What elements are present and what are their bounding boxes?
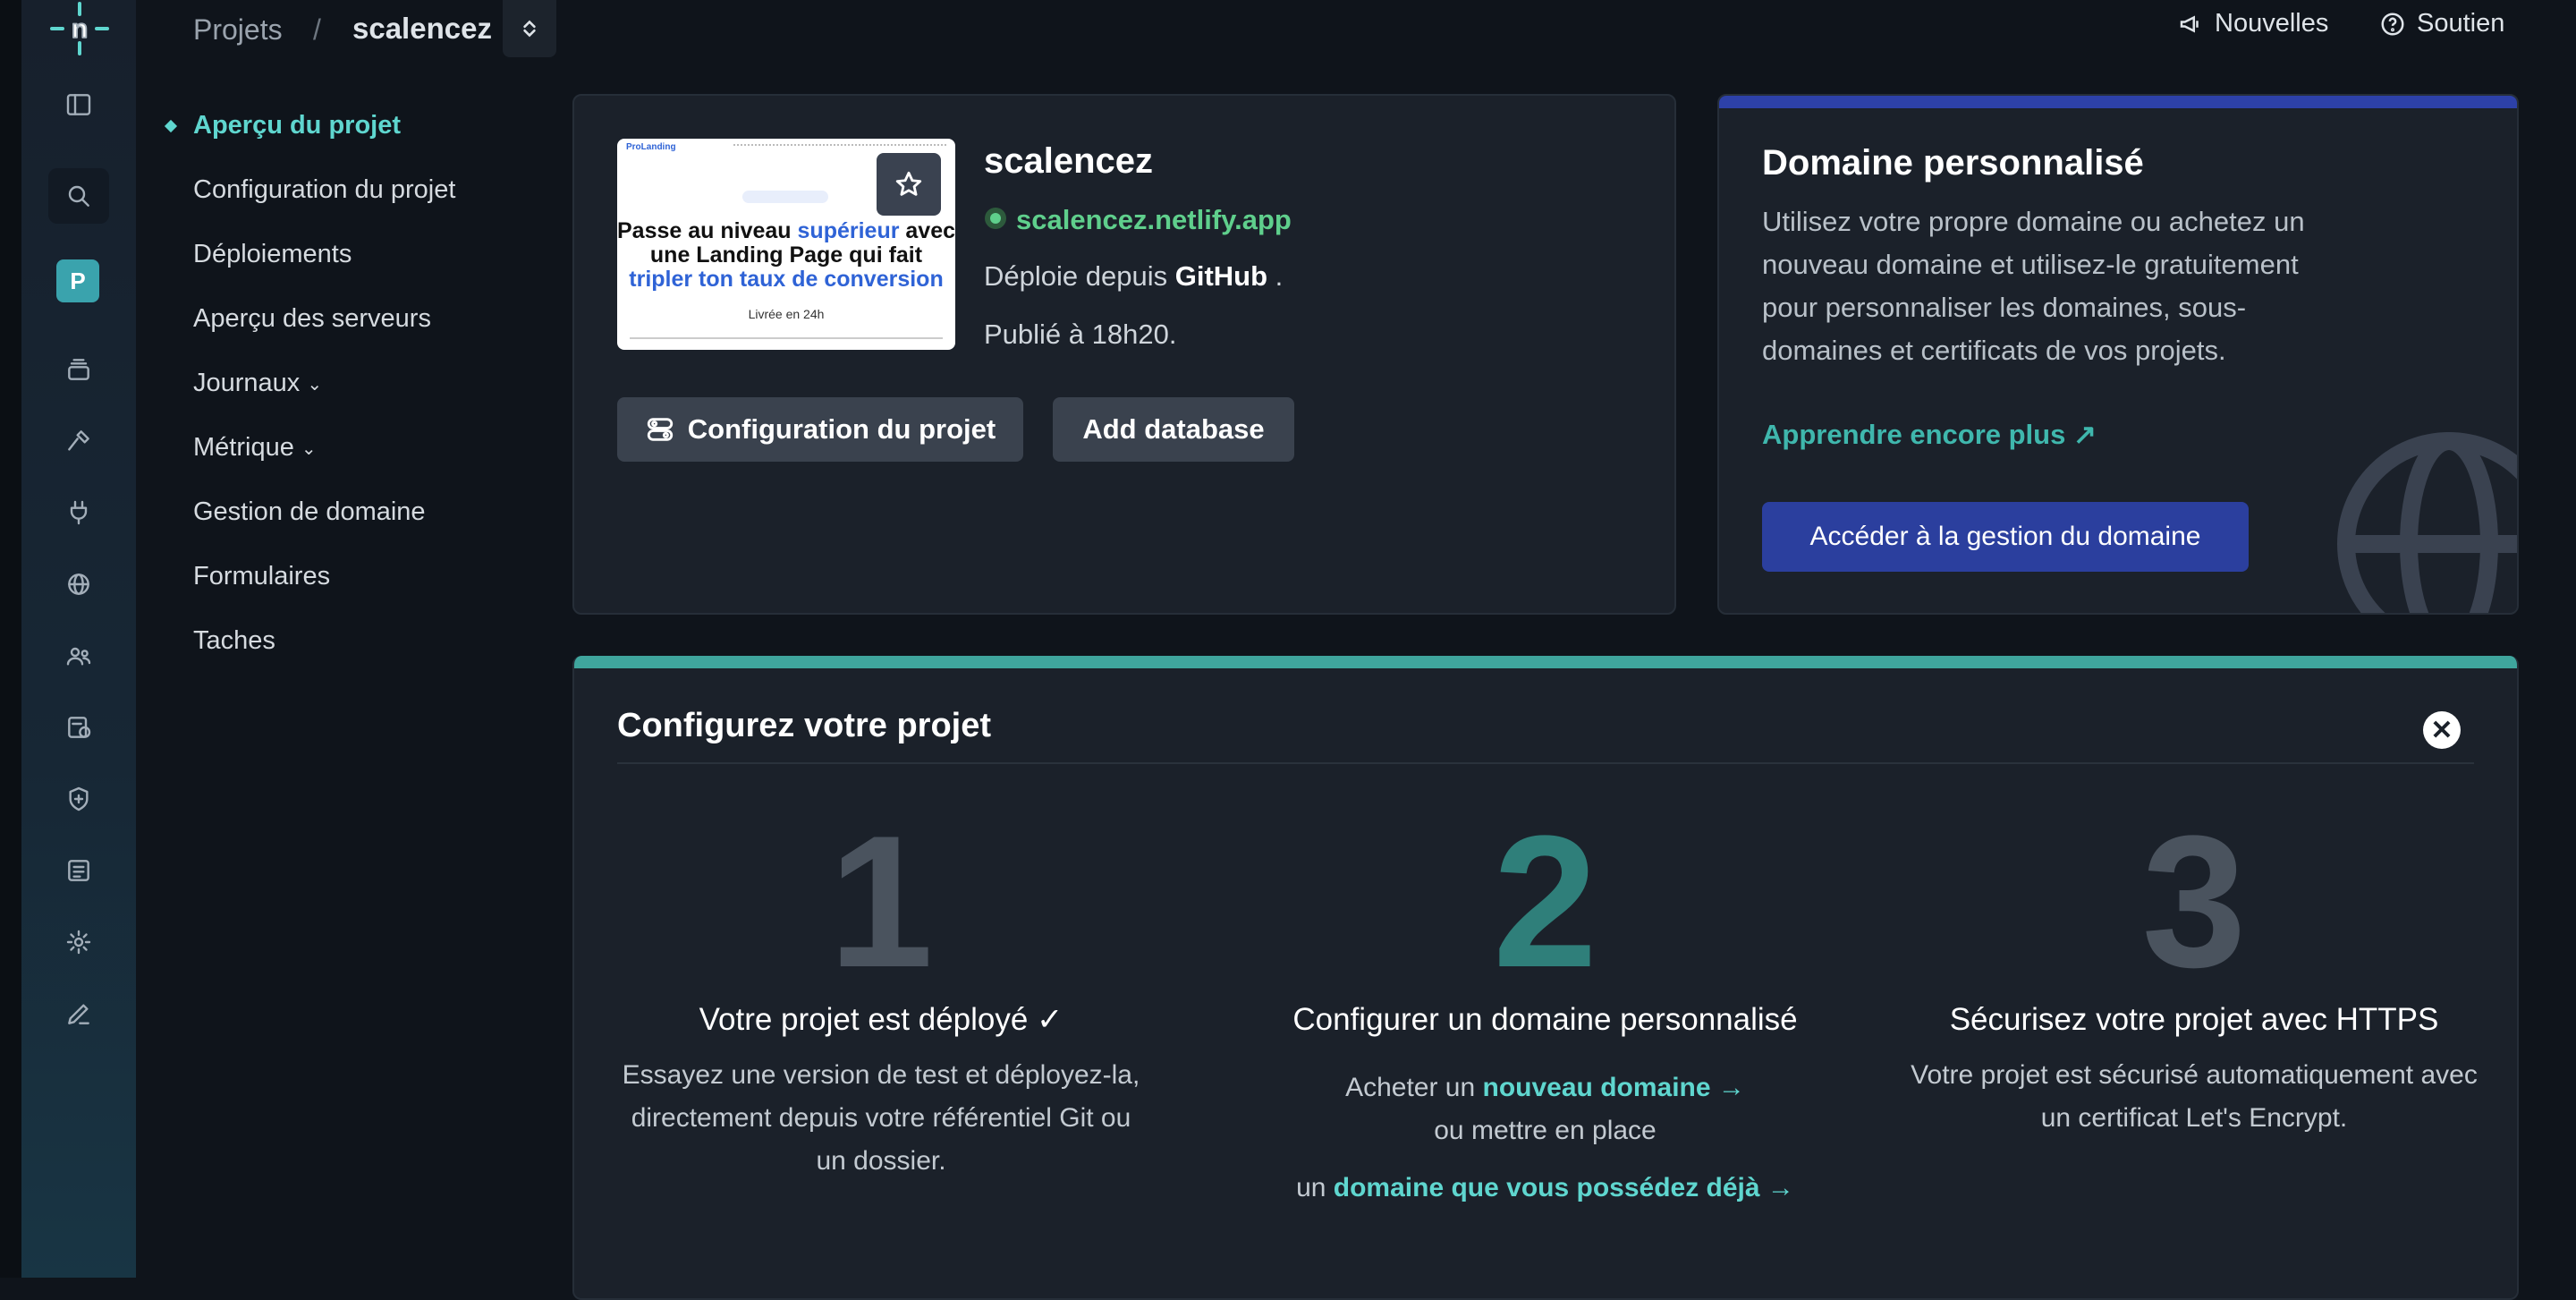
window-edge <box>0 0 21 1278</box>
thumb-sub: Livrée en 24h <box>748 307 825 321</box>
icon-rail: n P <box>21 0 136 1278</box>
chevron-down-icon: ⌄ <box>301 438 317 459</box>
projects-icon[interactable] <box>64 354 94 385</box>
audit-log-icon[interactable] <box>64 855 94 886</box>
star-icon <box>895 171 922 196</box>
step-text: Acheter un nouveau domaine → ou mettre e… <box>1345 1073 1745 1145</box>
close-setup-button[interactable]: ✕ <box>2423 711 2461 749</box>
nav-item-label: Aperçu du projet <box>193 111 402 140</box>
netlify-logo-icon[interactable]: n <box>48 2 111 55</box>
sidebar-toggle-icon[interactable] <box>64 89 94 120</box>
extensions-plug-icon[interactable] <box>64 497 94 528</box>
nav-item-label: Journaux <box>193 369 301 397</box>
setup-step-1: 1 Votre projet est déployé ✓ Essayez une… <box>617 796 1145 1183</box>
add-database-button[interactable]: Add database <box>1053 397 1294 462</box>
breadcrumb-separator: / <box>313 13 321 46</box>
deploy-source-name[interactable]: GitHub <box>1175 260 1267 292</box>
nav-item-metrics[interactable]: Métrique ⌄ <box>193 433 317 463</box>
nav-item-deploys[interactable]: Déploiements <box>193 240 352 269</box>
support-link[interactable]: Soutien <box>2379 9 2504 38</box>
active-bullet <box>164 119 178 133</box>
status-dot-icon <box>985 208 1006 229</box>
support-label: Soutien <box>2417 9 2505 38</box>
step-number: 3 <box>2141 796 2247 1007</box>
members-icon[interactable] <box>64 641 94 671</box>
setup-title: Configurez votre projet <box>617 707 992 744</box>
published-time: Publié à 18h20. <box>984 319 1177 350</box>
project-config-button[interactable]: Configuration du projet <box>617 397 1023 462</box>
help-circle-icon <box>2381 13 2404 35</box>
megaphone-icon <box>2180 14 2199 33</box>
nav-item-forms[interactable]: Formulaires <box>193 562 330 591</box>
nav-item-logs[interactable]: Journaux ⌄ <box>193 369 322 398</box>
nav-item-config[interactable]: Configuration du projet <box>193 175 455 205</box>
chevron-updown-icon <box>523 20 536 38</box>
news-label: Nouvelles <box>2215 9 2329 38</box>
nav-item-label: Gestion de domaine <box>193 497 426 526</box>
setup-step-3: 3 Sécurisez votre projet avec HTTPS Votr… <box>1905 796 2483 1140</box>
nav-item-domain[interactable]: Gestion de domaine <box>193 497 426 527</box>
setup-card-accent <box>574 656 2517 668</box>
step-number: 2 <box>1493 796 1597 1007</box>
project-url-link[interactable]: scalencez.netlify.app <box>1016 204 1292 236</box>
breadcrumb-current-project[interactable]: scalencez <box>352 12 492 46</box>
breadcrumb-projects[interactable]: Projets <box>193 13 283 47</box>
nav-item-label: Configuration du projet <box>193 175 456 204</box>
thumb-headline: Passe au niveau supérieur avec une Landi… <box>617 218 955 292</box>
step-number: 1 <box>828 796 934 1007</box>
nav-item-label: Taches <box>193 626 275 655</box>
nav-item-overview[interactable]: Aperçu du projet <box>164 111 402 140</box>
chevron-down-icon: ⌄ <box>307 374 323 395</box>
step-text: Votre projet est sécurisé automatiquemen… <box>1911 1060 2478 1133</box>
search-icon[interactable] <box>64 181 94 211</box>
builds-hammer-icon[interactable] <box>64 426 94 456</box>
globe-illustration-icon <box>2337 432 2517 613</box>
team-avatar[interactable]: P <box>56 259 99 302</box>
nav-item-label: Métrique <box>193 433 294 462</box>
domains-globe-icon[interactable] <box>64 569 94 599</box>
existing-domain-link[interactable]: domaine que vous possédez déjà → <box>1334 1173 1794 1202</box>
billing-icon[interactable] <box>64 712 94 743</box>
news-link[interactable]: Nouvelles <box>2177 9 2328 38</box>
edit-pencil-icon[interactable] <box>64 998 94 1029</box>
step-title: Votre projet est déployé ✓ <box>699 1002 1063 1037</box>
project-config-label: Configuration du projet <box>687 413 996 445</box>
close-icon: ✕ <box>2430 715 2453 745</box>
thumb-pill <box>742 191 828 203</box>
nav-item-label: Aperçu des serveurs <box>193 304 431 333</box>
deploy-source: Déploie depuis GitHub . <box>984 260 1284 292</box>
project-name: scalencez <box>984 141 1154 181</box>
nav-item-label: Formulaires <box>193 562 331 591</box>
favorite-button[interactable] <box>877 153 941 216</box>
step-title: Sécurisez votre projet avec HTTPS <box>1949 1002 2439 1037</box>
step-title: Configurer un domaine personnalisé <box>1292 1002 1798 1037</box>
thumb-brand: ProLanding <box>626 142 676 152</box>
new-domain-link[interactable]: nouveau domaine → <box>1483 1073 1745 1102</box>
svg-text:n: n <box>72 14 88 44</box>
thumb-footer <box>630 337 943 339</box>
setup-step-2: 2 Configurer un domaine personnalisé Ach… <box>1252 796 1838 1210</box>
nav-item-label: Déploiements <box>193 240 352 268</box>
globe-illustration-clip <box>1719 96 2517 613</box>
project-switcher-button[interactable] <box>503 0 556 57</box>
nav-item-servers[interactable]: Aperçu des serveurs <box>193 304 431 334</box>
step-text-2: un domaine que vous possédez déjà → <box>1296 1173 1794 1202</box>
nav-item-tasks[interactable]: Taches <box>193 626 275 656</box>
step-text: Essayez une version de test et déployez-… <box>622 1060 1140 1176</box>
settings-gear-icon[interactable] <box>64 927 94 957</box>
thumb-nav <box>733 144 946 149</box>
security-shield-icon[interactable] <box>64 784 94 814</box>
setup-divider <box>617 762 2474 764</box>
settings-toggle-icon <box>647 418 673 441</box>
